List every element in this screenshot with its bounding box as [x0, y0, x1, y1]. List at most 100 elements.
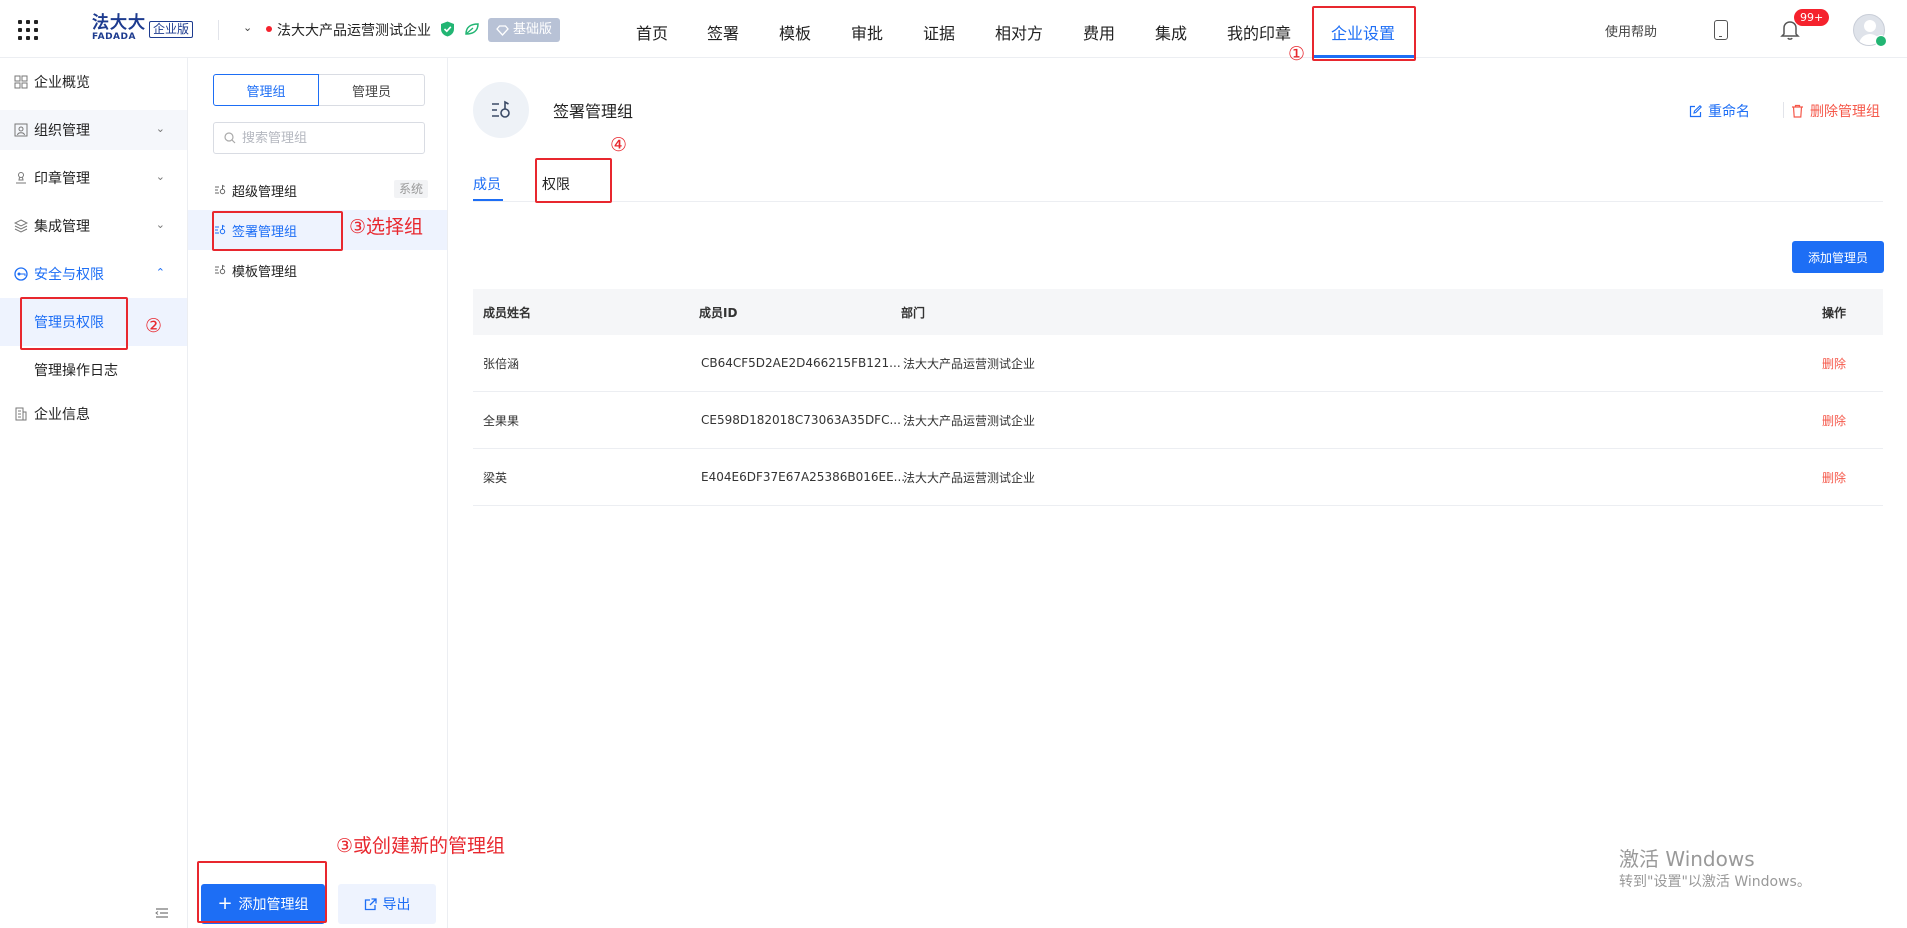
diamond-icon: [496, 24, 509, 36]
column-header-dept: 部门: [901, 305, 926, 320]
org-icon: [14, 123, 28, 137]
annotation-step3-select: ③选择组: [349, 216, 424, 238]
annotation-step3-create: ③或创建新的管理组: [336, 835, 506, 857]
export-label: 导出: [382, 897, 411, 913]
group-item-template[interactable]: 模板管理组: [188, 250, 447, 290]
annotation-box-admin-permissions: [20, 297, 128, 350]
annotation-step2: ②: [145, 315, 163, 337]
group-avatar: [473, 82, 529, 138]
nav-fees[interactable]: 费用: [1083, 20, 1115, 44]
table-row: 全果果 CE598D182018C73063A35DFC... 法大大产品运营测…: [473, 392, 1883, 449]
sidebar-item-integration[interactable]: 集成管理 ⌄: [0, 206, 187, 246]
member-id: CE598D182018C73063A35DFC...: [701, 413, 901, 427]
sidebar-item-enterprise-info[interactable]: 企业信息: [0, 394, 187, 434]
column-header-action: 操作: [1822, 305, 1847, 320]
sidebar-item-label: 企业概览: [34, 75, 90, 91]
member-dept: 法大大产品运营测试企业: [903, 356, 1036, 371]
rename-button[interactable]: 重命名: [1689, 101, 1750, 121]
delete-member-link[interactable]: 删除: [1822, 335, 1846, 391]
rename-label: 重命名: [1708, 104, 1750, 120]
sidebar: 企业概览 组织管理 ⌄ 印章管理 ⌄ 集成管理 ⌄ 安全与权限 ⌃ 管理员权限 …: [0, 58, 188, 928]
header-divider: [218, 20, 219, 40]
verified-shield-icon: [441, 21, 454, 37]
chevron-up-icon: ⌃: [155, 266, 165, 279]
status-dot: [266, 26, 272, 32]
nav-sign[interactable]: 签署: [707, 20, 739, 44]
top-header: 法大大 FADADA 企业版 ⌄ 法大大产品运营测试企业 基础版 首页 签署 模…: [0, 0, 1907, 58]
group-item-label: 超级管理组: [232, 184, 298, 200]
tab-admin-groups[interactable]: 管理组: [213, 74, 319, 106]
member-name: 梁英: [483, 470, 508, 485]
tab-members[interactable]: 成员: [473, 174, 501, 194]
group-search-box[interactable]: [213, 122, 425, 154]
admin-group-panel: 管理组 管理员 超级管理组 系统 签署管理组 模板管理组 + 添加管理组 导出: [188, 58, 448, 928]
help-link[interactable]: 使用帮助: [1605, 21, 1657, 40]
online-status-icon: [1875, 35, 1887, 47]
edition-badge: 基础版: [488, 18, 561, 42]
chevron-down-icon: ⌄: [155, 218, 165, 231]
annotation-box-add-group: [197, 861, 327, 923]
sidebar-item-org[interactable]: 组织管理 ⌄: [0, 110, 187, 150]
leaf-icon: [465, 23, 479, 35]
group-item-super[interactable]: 超级管理组 系统: [188, 170, 447, 210]
chevron-down-icon: ⌄: [155, 170, 165, 183]
nav-template[interactable]: 模板: [779, 20, 811, 44]
seal-icon: [16, 172, 26, 184]
group-search-input[interactable]: [242, 130, 412, 146]
main-content: 签署管理组 重命名 删除管理组 成员 权限 添加管理员 成员姓名 成员ID 部门…: [449, 58, 1907, 928]
collapse-sidebar-icon[interactable]: [155, 908, 169, 918]
delete-member-link[interactable]: 删除: [1822, 392, 1846, 448]
chevron-down-icon[interactable]: ⌄: [243, 21, 252, 34]
member-dept: 法大大产品运营测试企业: [903, 413, 1036, 428]
group-icon: [492, 100, 510, 118]
delete-group-button[interactable]: 删除管理组: [1791, 101, 1880, 121]
enterprise-switcher[interactable]: 法大大产品运营测试企业: [277, 20, 431, 40]
sidebar-item-label: 集成管理: [34, 219, 90, 235]
add-admin-button[interactable]: 添加管理员: [1792, 241, 1884, 273]
group-icon: [215, 264, 226, 275]
sidebar-item-seals[interactable]: 印章管理 ⌄: [0, 158, 187, 198]
export-button[interactable]: 导出: [338, 884, 436, 924]
trash-icon: [1792, 104, 1803, 118]
edition-badge-label: 基础版: [513, 22, 553, 37]
delete-group-label: 删除管理组: [1810, 104, 1880, 120]
sidebar-item-overview[interactable]: 企业概览: [0, 62, 187, 102]
nav-counterparty[interactable]: 相对方: [995, 20, 1043, 44]
edit-icon: [1689, 104, 1702, 117]
sidebar-item-label: 组织管理: [34, 123, 90, 139]
nav-my-seals[interactable]: 我的印章: [1227, 20, 1291, 44]
nav-approval[interactable]: 审批: [851, 20, 883, 44]
nav-evidence[interactable]: 证据: [923, 20, 955, 44]
mobile-icon[interactable]: [1714, 20, 1728, 40]
sidebar-item-label: 印章管理: [34, 171, 90, 187]
group-title: 签署管理组: [553, 102, 634, 121]
notification-badge: 99+: [1794, 9, 1830, 26]
chevron-down-icon: ⌄: [155, 122, 165, 135]
column-header-name: 成员姓名: [483, 305, 532, 320]
table-row: 梁英 E404E6DF37E67A25386B016EE... 法大大产品运营测…: [473, 449, 1883, 506]
fadada-logo: 法大大 FADADA: [92, 13, 146, 42]
search-icon: [224, 132, 236, 144]
security-icon: [14, 267, 28, 281]
member-name: 全果果: [483, 413, 520, 428]
app-grid-icon[interactable]: [18, 20, 38, 40]
annotation-box-permissions-tab: [535, 158, 612, 203]
sidebar-subitem-operation-log[interactable]: 管理操作日志: [0, 346, 187, 394]
member-id: E404E6DF37E67A25386B016EE...: [701, 470, 906, 484]
sidebar-item-label: 企业信息: [34, 407, 90, 423]
sidebar-item-security[interactable]: 安全与权限 ⌃: [0, 254, 187, 294]
nav-integration[interactable]: 集成: [1155, 20, 1187, 44]
table-row: 张倍涵 CB64CF5D2AE2D466215FB121... 法大大产品运营测…: [473, 335, 1883, 392]
export-icon: [364, 897, 377, 910]
group-icon: [215, 184, 226, 195]
delete-member-link[interactable]: 删除: [1822, 449, 1846, 505]
member-dept: 法大大产品运营测试企业: [903, 470, 1036, 485]
nav-home[interactable]: 首页: [636, 20, 668, 44]
overview-icon: [14, 75, 28, 89]
annotation-box-sign-group: [212, 211, 343, 251]
column-header-id: 成员ID: [699, 305, 738, 320]
member-name: 张倍涵: [483, 356, 520, 371]
members-table: 成员姓名 成员ID 部门 操作 张倍涵 CB64CF5D2AE2D466215F…: [473, 289, 1883, 506]
tabs-divider: [473, 201, 1883, 202]
tab-admins[interactable]: 管理员: [319, 74, 425, 106]
